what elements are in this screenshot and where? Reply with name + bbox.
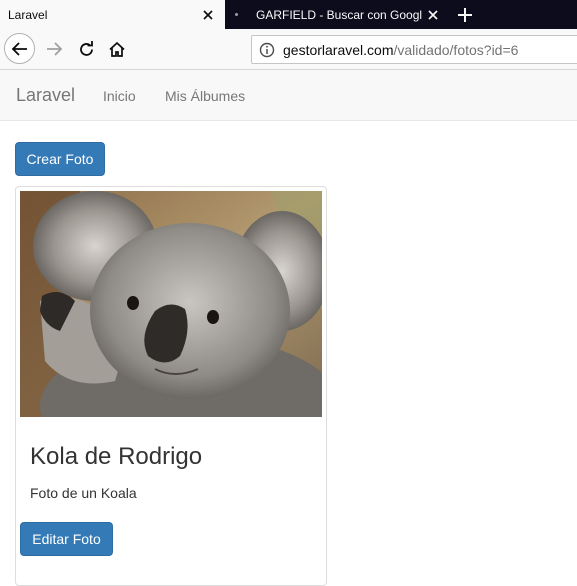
home-button[interactable]	[105, 35, 129, 63]
close-tab-icon[interactable]	[422, 4, 444, 26]
info-icon[interactable]	[259, 42, 275, 58]
tab-title: Laravel	[8, 7, 48, 22]
photo-description: Foto de un Koala	[30, 485, 137, 501]
url-host: gestorlaravel.com	[283, 41, 394, 58]
url-bar[interactable]: gestorlaravel.com/validado/fotos?id=6	[251, 35, 577, 64]
tab-title: GARFIELD - Buscar con Google	[256, 7, 422, 22]
new-tab-button[interactable]	[452, 0, 478, 29]
photo-title: Kola de Rodrigo	[30, 443, 203, 470]
tab-strip: Laravel GARFIELD - Buscar con Google	[0, 0, 577, 29]
close-tab-icon[interactable]	[197, 4, 219, 26]
tab-loading-dot-icon	[235, 13, 238, 16]
site-navbar: Laravel Inicio Mis Álbumes	[0, 70, 577, 121]
reload-icon	[79, 40, 93, 56]
arrow-left-icon	[11, 41, 27, 56]
koala-photo	[20, 191, 322, 417]
tab-laravel[interactable]: Laravel	[0, 0, 225, 29]
create-photo-button[interactable]: Crear Foto	[15, 142, 105, 176]
back-button[interactable]	[4, 33, 35, 64]
plus-icon	[458, 7, 472, 22]
nav-link-mis-albumes[interactable]: Mis Álbumes	[165, 88, 245, 104]
arrow-right-icon	[47, 42, 63, 56]
tab-garfield[interactable]: GARFIELD - Buscar con Google	[225, 0, 450, 29]
navigation-toolbar: gestorlaravel.com/validado/fotos?id=6	[0, 29, 577, 70]
navbar-brand[interactable]: Laravel	[16, 85, 75, 106]
nav-link-inicio[interactable]: Inicio	[103, 88, 136, 104]
photo-card: Kola de Rodrigo Foto de un Koala Editar …	[15, 186, 327, 586]
url-path: /validado/fotos?id=6	[393, 41, 519, 58]
reload-button[interactable]	[74, 35, 98, 63]
forward-button[interactable]	[42, 35, 66, 63]
edit-photo-button[interactable]: Editar Foto	[20, 522, 113, 556]
url-text: gestorlaravel.com/validado/fotos?id=6	[283, 42, 518, 58]
page-content: Laravel Inicio Mis Álbumes Crear Foto Ko…	[0, 70, 577, 586]
home-icon	[109, 41, 125, 57]
